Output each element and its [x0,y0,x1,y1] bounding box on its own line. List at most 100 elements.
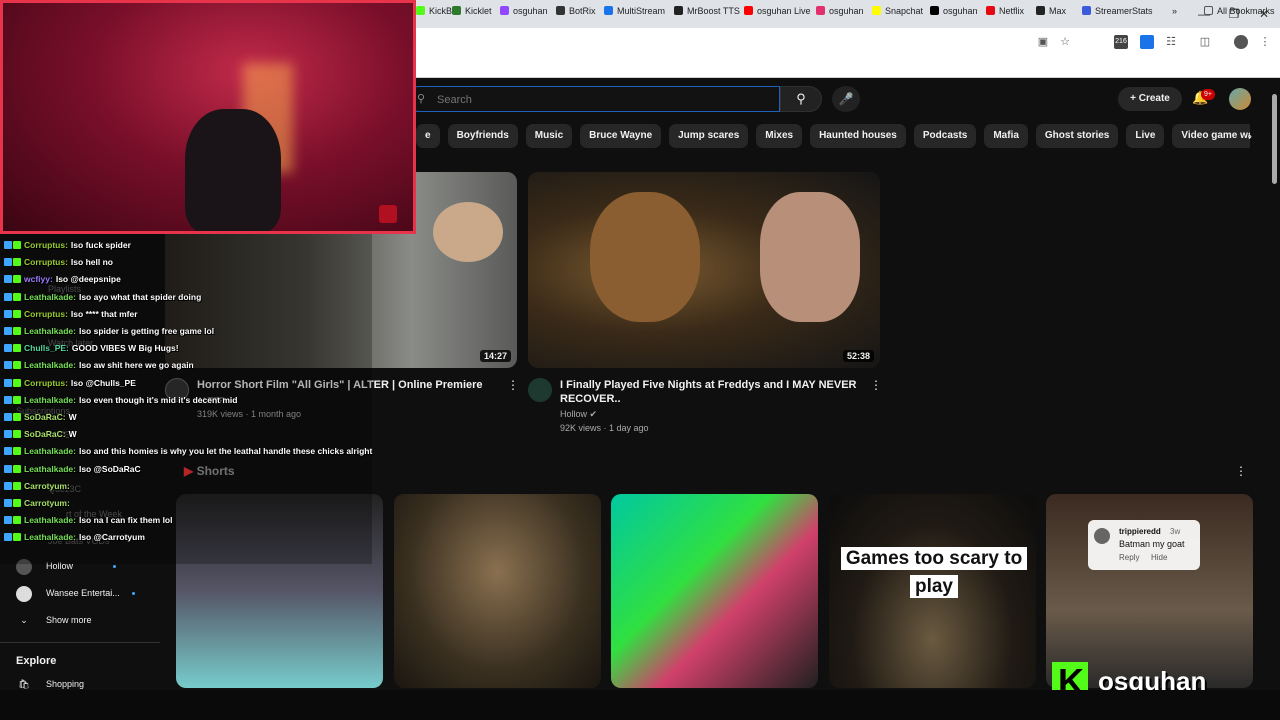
chat-badge-icon [4,327,12,335]
cast-icon[interactable]: ▣ [1036,35,1050,49]
bookmark-favicon-icon [556,6,565,15]
account-avatar[interactable] [1229,88,1251,110]
chat-badge-icon [4,241,12,249]
bookmark-item[interactable]: Snapchat [872,4,923,18]
chat-badge-icon [4,378,12,387]
profile-icon[interactable] [1234,35,1248,49]
filter-chip[interactable]: Mixes [756,124,803,148]
short-thumbnail[interactable] [611,494,818,688]
comment-age: 3w [1170,527,1181,536]
bookmark-item[interactable]: osguhan [930,4,978,18]
bookmark-item[interactable]: osguhan Live [744,4,811,18]
chevron-right-icon[interactable]: › [1240,126,1260,146]
chat-badge-icon [4,481,12,490]
bookmark-star-icon[interactable]: ☆ [1058,35,1072,49]
bookmark-item[interactable]: osguhan [816,4,864,18]
extension-badge[interactable]: 216 [1114,35,1128,49]
voice-search-button[interactable]: 🎤 [832,86,860,112]
chat-badge-icon [13,499,21,507]
filter-chip[interactable]: Mafia [984,124,1028,148]
chat-text: Iso even though it's mid it's decent mid [78,394,238,405]
video-thumbnail[interactable]: 52:38 [528,172,880,368]
puzzle-icon[interactable]: ☷ [1164,35,1178,49]
filter-chip[interactable]: Haunted houses [810,124,906,148]
chat-badge-icon [13,430,21,439]
sidebar-divider [0,642,160,643]
filter-chip[interactable]: Jump scares [669,124,749,148]
filter-chip[interactable]: Music [525,124,573,148]
more-vert-icon[interactable]: ⋮ [870,378,882,392]
bookmark-item[interactable]: osguhan [500,4,548,18]
chat-message: Carrotyum: [4,479,73,494]
bookmarks-overflow-icon[interactable]: » [1172,4,1177,18]
chat-badge-icon [13,533,21,542]
filter-chip[interactable]: Video game walkthroughs [1172,124,1250,148]
microphone-icon: 🎤 [838,92,854,106]
short-thumbnail[interactable] [394,494,601,688]
filter-chips: e Boyfriends Music Bruce Wayne Jump scares Mi… [416,124,1250,148]
comment-reply[interactable]: Reply [1119,553,1139,562]
short-caption: Games too scary to play [832,545,1036,601]
bookmark-item[interactable]: Max [1036,4,1066,18]
chat-message: Leathalkade: Iso @SoDaRaC [4,462,141,477]
chat-message: SoDaRaC: W [4,427,77,442]
scrollbar-thumb[interactable] [1272,94,1277,184]
filter-chip[interactable]: Boyfriends [447,124,518,148]
bookmark-item[interactable]: Netflix [986,4,1024,18]
comment-hide[interactable]: Hide [1151,553,1167,562]
chat-username: Leathalkade: [24,515,76,526]
video-channel[interactable]: Hollow ✔ [560,409,597,420]
sidebar-item-wansee[interactable]: Wansee Entertai... [16,583,135,603]
chat-badge-icon [4,275,12,284]
chat-text: Iso hell no [70,257,113,268]
sidebar-show-more[interactable]: ⌄ Show more [16,610,91,630]
filter-chip[interactable]: e [416,124,440,148]
search-icon: ⚲ [796,91,806,106]
bookmark-favicon-icon [416,6,425,15]
bookmark-item[interactable]: MultiStream [604,4,665,18]
chat-message: Leathalkade: Iso even though it's mid it'… [4,393,237,408]
all-bookmarks[interactable]: All Bookmarks [1204,4,1275,18]
chat-text: Iso @deepsnipe [55,274,121,285]
chat-badge-icon [4,344,12,353]
chat-badge-icon [13,275,21,284]
sidepanel-icon[interactable]: ◫ [1198,35,1212,49]
live-dot [113,565,117,569]
chat-text: Iso and this homies is why you let the l… [78,446,373,457]
chat-text: Iso ayo what that spider doing [78,291,202,302]
filter-chip[interactable]: Bruce Wayne [580,124,662,148]
chat-username: Corruptus: [24,240,68,250]
channel-avatar[interactable] [528,378,552,402]
more-vert-icon[interactable]: ⋮ [1235,464,1247,478]
filter-chip[interactable]: Live [1126,124,1165,148]
more-vert-icon[interactable]: ⋮ [507,378,519,392]
extension-icon[interactable] [1140,35,1154,49]
chat-message: Leathalkade: Iso and this homies is why y… [4,444,372,459]
chat-message: Leathalkade: Iso aw shit here we go again [4,358,194,373]
comment-text: Batman my goat [1119,539,1185,549]
chat-text: Iso @Chulls_PE [70,377,136,388]
video-duration: 52:38 [842,350,874,362]
chat-text: Iso aw shit here we go again [78,360,194,371]
chat-message: Corruptus: Iso @Chulls_PE [4,376,136,391]
filter-chip[interactable]: Ghost stories [1035,124,1119,148]
bookmark-item[interactable]: BotRix [556,4,596,18]
bookmark-item[interactable]: StreamerStats [1082,4,1153,18]
chat-username: Corruptus: [24,308,68,319]
chat-username: Carrotyum: [24,498,70,508]
live-dot [131,592,135,596]
menu-icon[interactable]: ⋮ [1258,35,1272,49]
search-box[interactable]: ⚲ [406,86,780,112]
chat-badge-icon [13,327,21,335]
search-input[interactable] [437,91,737,109]
video-title[interactable]: I Finally Played Five Nights at Freddys … [560,378,860,406]
create-button[interactable]: + Create [1118,87,1182,111]
bookmark-item[interactable]: Kicklet [452,4,492,18]
chat-username: SoDaRaC: [24,429,66,440]
search-button[interactable]: ⚲ [780,86,822,112]
chat-username: Leathalkade: [24,532,76,543]
stream-chat-overlay: Corruptus: Iso fuck spider Corruptus: Iso h… [0,234,372,564]
search-icon: ⚲ [417,93,426,105]
filter-chip[interactable]: Podcasts [913,124,977,148]
bookmark-item[interactable]: MrBoost TTS [674,4,740,18]
